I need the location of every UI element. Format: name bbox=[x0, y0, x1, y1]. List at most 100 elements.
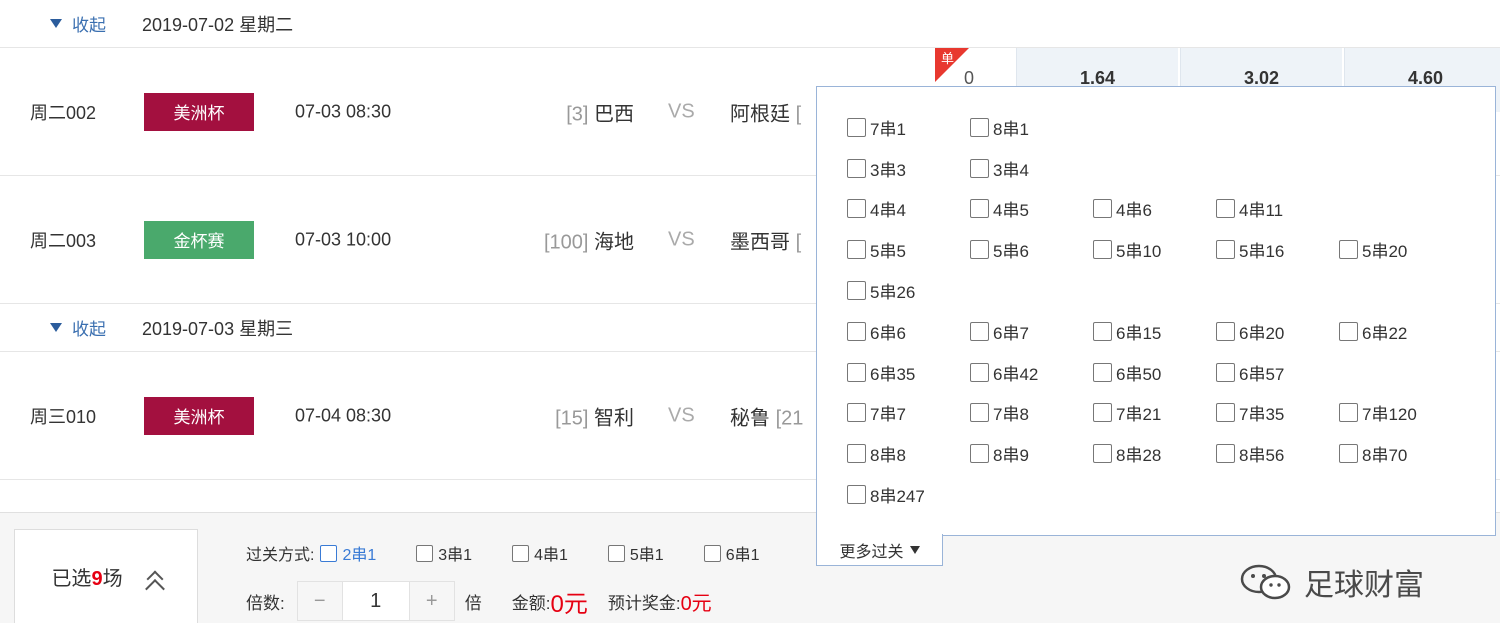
pass-combination-option[interactable]: 8串28 bbox=[1093, 441, 1216, 466]
checkbox[interactable] bbox=[512, 544, 530, 562]
pass-combination-option[interactable]: 6串42 bbox=[970, 360, 1093, 385]
pass-combination-option[interactable]: 5串20 bbox=[1339, 237, 1462, 262]
checkbox[interactable] bbox=[416, 544, 434, 562]
triangle-down-icon bbox=[909, 545, 920, 554]
pass-combination-option[interactable]: 6串57 bbox=[1216, 360, 1339, 385]
checkbox[interactable] bbox=[847, 403, 866, 423]
pass-combination-option[interactable]: 6串15 bbox=[1093, 319, 1216, 344]
checkbox[interactable] bbox=[847, 281, 866, 301]
pass-combination-option[interactable]: 4串11 bbox=[1216, 196, 1339, 221]
pass-combination-option[interactable]: 3串3 bbox=[847, 156, 970, 181]
pass-combination-option[interactable]: 4串6 bbox=[1093, 196, 1216, 221]
away-team-name: 墨西哥 bbox=[730, 231, 790, 253]
selected-matches-toggle[interactable]: 已选9场 bbox=[14, 529, 198, 623]
section-date: 2019-07-03 星期三 bbox=[142, 318, 294, 339]
checkbox[interactable] bbox=[847, 485, 866, 505]
pass-combination-row: 8串247 bbox=[847, 474, 1487, 515]
checkbox[interactable] bbox=[1339, 444, 1358, 464]
pass-combination-option[interactable]: 8串9 bbox=[970, 441, 1093, 466]
pass-combination-option[interactable]: 3串4 bbox=[970, 156, 1093, 181]
pass-combination-option[interactable]: 8串70 bbox=[1339, 441, 1462, 466]
checkbox[interactable] bbox=[1093, 199, 1112, 219]
pass-combination-label: 6串15 bbox=[1116, 323, 1162, 343]
pass-combination-option[interactable]: 5串6 bbox=[970, 237, 1093, 262]
pass-combination-option[interactable]: 4串4 bbox=[847, 196, 970, 221]
checkbox[interactable] bbox=[703, 544, 721, 562]
more-pass-button[interactable]: 更多过关 bbox=[816, 534, 943, 566]
checkbox[interactable] bbox=[847, 199, 866, 219]
multiplier-input[interactable]: 1 bbox=[342, 581, 409, 621]
checkbox[interactable] bbox=[1216, 240, 1235, 260]
checkbox[interactable] bbox=[1339, 240, 1358, 260]
checkbox[interactable] bbox=[970, 321, 989, 341]
collapse-toggle[interactable]: 收起 bbox=[50, 11, 106, 36]
pass-combination-option[interactable]: 7串21 bbox=[1093, 400, 1216, 425]
checkbox[interactable] bbox=[970, 158, 989, 178]
checkbox[interactable] bbox=[970, 117, 989, 137]
checkbox[interactable] bbox=[1093, 321, 1112, 341]
pass-combination-option[interactable]: 4串5 bbox=[970, 196, 1093, 221]
home-team[interactable]: [3] 巴西 bbox=[566, 97, 634, 126]
checkbox[interactable] bbox=[847, 321, 866, 341]
plus-button[interactable]: + bbox=[408, 581, 455, 621]
checkbox[interactable] bbox=[1339, 403, 1358, 423]
pass-combination-option[interactable]: 5串10 bbox=[1093, 237, 1216, 262]
pass-combination-option[interactable]: 5串5 bbox=[847, 237, 970, 262]
pass-combination-option[interactable]: 5串16 bbox=[1216, 237, 1339, 262]
pass-combination-option[interactable]: 7串120 bbox=[1339, 400, 1462, 425]
league-badge[interactable]: 美洲杯 bbox=[144, 396, 254, 435]
pass-combination-option[interactable]: 8串1 bbox=[970, 115, 1093, 140]
checkbox[interactable] bbox=[847, 240, 866, 260]
league-badge[interactable]: 美洲杯 bbox=[144, 92, 254, 131]
pass-option-6x1[interactable]: 6串1 bbox=[703, 541, 760, 565]
checkbox[interactable] bbox=[847, 444, 866, 464]
checkbox[interactable] bbox=[970, 199, 989, 219]
checkbox[interactable] bbox=[1216, 403, 1235, 423]
checkbox[interactable] bbox=[847, 158, 866, 178]
pass-combination-option[interactable]: 7串8 bbox=[970, 400, 1093, 425]
checkbox[interactable] bbox=[847, 362, 866, 382]
pass-combination-option[interactable]: 6串7 bbox=[970, 319, 1093, 344]
checkbox[interactable] bbox=[1339, 321, 1358, 341]
pass-combination-option[interactable]: 7串35 bbox=[1216, 400, 1339, 425]
away-team[interactable]: 秘鲁 [21 bbox=[730, 401, 803, 430]
home-team[interactable]: [100] 海地 bbox=[544, 225, 634, 254]
pass-combination-option[interactable]: 7串7 bbox=[847, 400, 970, 425]
home-team[interactable]: [15] 智利 bbox=[555, 401, 634, 430]
checkbox[interactable] bbox=[1093, 403, 1112, 423]
checkbox[interactable] bbox=[970, 403, 989, 423]
pass-combination-option[interactable]: 7串1 bbox=[847, 115, 970, 140]
checkbox[interactable] bbox=[970, 362, 989, 382]
checkbox[interactable] bbox=[1216, 444, 1235, 464]
checkbox[interactable] bbox=[320, 544, 338, 562]
pass-option-4x1[interactable]: 4串1 bbox=[512, 541, 568, 565]
away-team[interactable]: 阿根廷 [ bbox=[730, 97, 801, 126]
pass-combination-option[interactable]: 5串26 bbox=[847, 278, 970, 303]
checkbox[interactable] bbox=[1093, 240, 1112, 260]
checkbox[interactable] bbox=[1216, 199, 1235, 219]
checkbox[interactable] bbox=[1093, 444, 1112, 464]
minus-button[interactable]: − bbox=[296, 581, 343, 621]
league-badge[interactable]: 金杯赛 bbox=[144, 220, 254, 259]
pass-combination-option[interactable]: 6串50 bbox=[1093, 360, 1216, 385]
checkbox[interactable] bbox=[1093, 362, 1112, 382]
pass-combination-option[interactable]: 8串56 bbox=[1216, 441, 1339, 466]
checkbox[interactable] bbox=[607, 544, 625, 562]
pass-option-3x1[interactable]: 3串1 bbox=[416, 541, 472, 565]
single-badge-text: 单 bbox=[941, 52, 954, 67]
pass-combination-option[interactable]: 8串247 bbox=[847, 482, 970, 507]
collapse-toggle[interactable]: 收起 bbox=[50, 315, 106, 340]
pass-combination-option[interactable]: 6串6 bbox=[847, 319, 970, 344]
checkbox[interactable] bbox=[1216, 362, 1235, 382]
pass-option-5x1[interactable]: 5串1 bbox=[607, 541, 664, 565]
pass-combination-option[interactable]: 8串8 bbox=[847, 441, 970, 466]
checkbox[interactable] bbox=[1216, 321, 1235, 341]
pass-combination-option[interactable]: 6串22 bbox=[1339, 319, 1462, 344]
pass-combination-option[interactable]: 6串20 bbox=[1216, 319, 1339, 344]
pass-combination-option[interactable]: 6串35 bbox=[847, 360, 970, 385]
checkbox[interactable] bbox=[970, 240, 989, 260]
checkbox[interactable] bbox=[970, 444, 989, 464]
checkbox[interactable] bbox=[847, 117, 866, 137]
pass-option-2x1[interactable]: 2串1 bbox=[320, 541, 376, 565]
away-team[interactable]: 墨西哥 [ bbox=[730, 225, 801, 254]
